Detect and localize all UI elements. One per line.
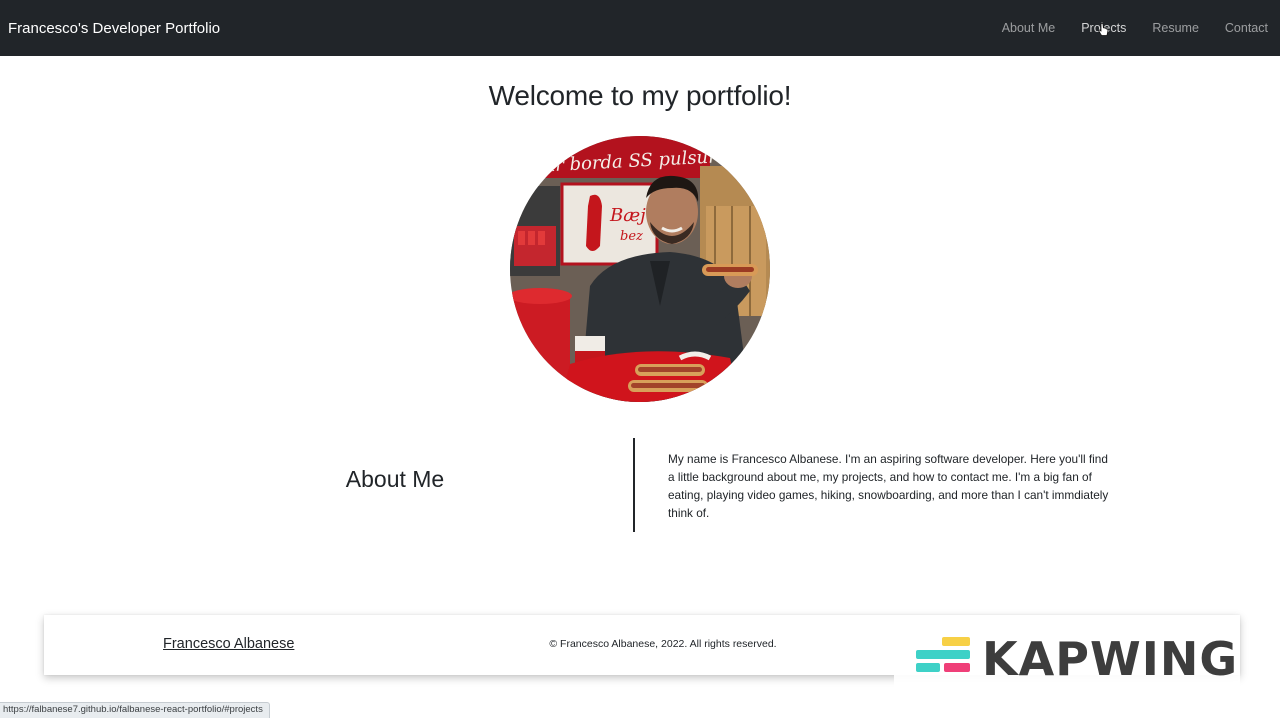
about-heading: About Me <box>345 466 445 492</box>
kapwing-logo-icon: KAPWING <box>916 632 1238 686</box>
svg-text:Bæj: Bæj <box>609 205 646 226</box>
brand-link[interactable]: Francesco's Developer Portfolio <box>8 20 220 37</box>
kapwing-watermark: KAPWING <box>894 615 1240 693</box>
about-text: My name is Francesco Albanese. I'm an as… <box>668 452 1109 520</box>
avatar-illustration: gur borda SS pulsur Bæj bez <box>510 136 770 402</box>
status-bar-url: https://falbanese7.github.io/falbanese-r… <box>0 702 270 718</box>
page-title: Welcome to my portfolio! <box>488 80 792 111</box>
nav-link-about-me[interactable]: About Me <box>1002 21 1056 35</box>
navbar: Francesco's Developer Portfolio About Me… <box>0 0 1280 56</box>
nav-link-resume[interactable]: Resume <box>1152 21 1199 35</box>
nav-link-contact[interactable]: Contact <box>1225 21 1268 35</box>
hand-cursor-icon <box>1098 23 1109 36</box>
svg-text:KAPWING: KAPWING <box>982 632 1238 686</box>
about-divider <box>633 438 635 532</box>
svg-text:bez: bez <box>620 229 643 244</box>
avatar: gur borda SS pulsur Bæj bez <box>510 136 770 402</box>
nav-links: About Me Projects Resume Contact <box>976 21 1272 35</box>
